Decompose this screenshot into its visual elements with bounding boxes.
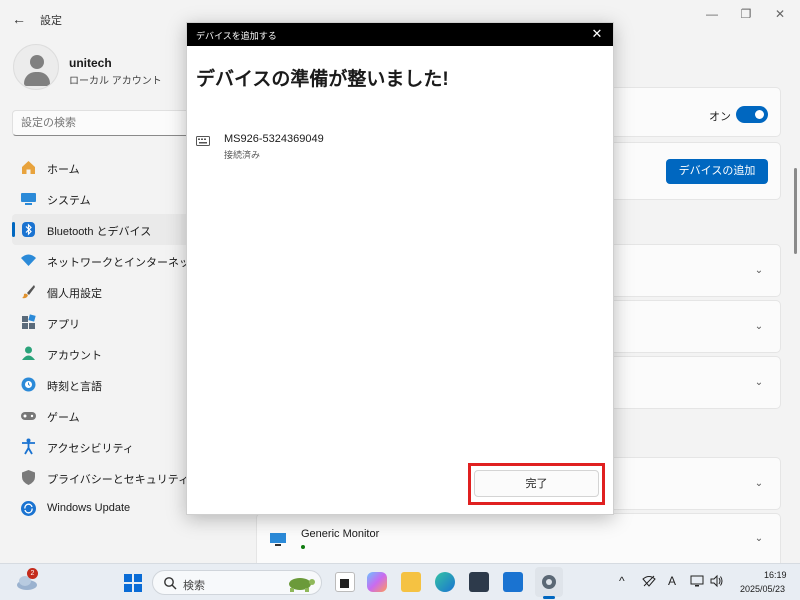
sidebar-item-time-language[interactable]: 時刻と言語 <box>12 369 192 400</box>
chevron-down-icon[interactable]: ⌄ <box>752 320 766 334</box>
chevron-down-icon[interactable]: ⌄ <box>752 477 766 491</box>
avatar[interactable] <box>13 44 59 90</box>
sidebar-item-system[interactable]: システム <box>12 183 192 214</box>
update-icon <box>21 501 36 516</box>
start-tile <box>124 574 132 582</box>
dialog-title: デバイスを追加する <box>196 31 277 41</box>
volume-icon[interactable] <box>710 574 724 588</box>
done-button[interactable]: 完了 <box>474 470 599 497</box>
maximize-button[interactable]: ❐ <box>731 4 761 24</box>
dialog-title-bar: デバイスを追加する ✕ <box>187 23 613 46</box>
edge-icon[interactable] <box>435 572 455 592</box>
dialog-heading: デバイスの準備が整いました! <box>196 69 449 90</box>
gamepad-icon <box>21 412 36 420</box>
bluetooth-toggle-label: オン <box>709 111 731 123</box>
active-app-indicator <box>543 596 555 599</box>
sidebar-item-label: システム <box>47 195 91 207</box>
toggle-knob <box>755 110 764 119</box>
sidebar-item-privacy[interactable]: プライバシーとセキュリティ <box>12 462 192 493</box>
sidebar-item-label: Windows Update <box>47 502 131 514</box>
account-icon <box>22 346 35 360</box>
sidebar-item-accounts[interactable]: アカウント <box>12 338 192 369</box>
start-tile <box>134 584 142 592</box>
chevron-down-icon[interactable]: ⌄ <box>752 376 766 390</box>
avatar-body <box>24 72 50 86</box>
sidebar-item-label: Bluetooth とデバイス <box>47 226 152 238</box>
sidebar-item-home[interactable]: ホーム <box>12 152 192 183</box>
bluetooth-toggle[interactable] <box>736 106 768 123</box>
account-type: ローカル アカウント <box>69 76 162 87</box>
clock-time[interactable]: 16:19 <box>764 570 787 580</box>
sidebar-item-label: プライバシーとセキュリティ <box>47 474 190 486</box>
display-icon[interactable] <box>690 574 704 588</box>
dialog-close-button[interactable]: ✕ <box>587 25 607 43</box>
notification-badge: 2 <box>27 568 38 579</box>
turtle-icon <box>289 578 315 592</box>
home-icon <box>22 161 35 174</box>
search-label: 検索 <box>183 580 205 592</box>
sidebar-item-label: ネットワークとインターネット <box>47 257 201 269</box>
start-button[interactable] <box>124 574 142 592</box>
network-disconnected-icon[interactable] <box>642 574 656 588</box>
search-input[interactable] <box>13 111 183 135</box>
ime-indicator[interactable]: A <box>668 574 676 588</box>
add-device-dialog: デバイスを追加する ✕ デバイスの準備が整いました! MS926-5324369… <box>186 22 614 515</box>
sidebar-item-bluetooth[interactable]: Bluetooth とデバイス <box>12 214 192 245</box>
sidebar-item-label: 個人用設定 <box>47 288 102 300</box>
globe-clock-icon <box>21 377 36 392</box>
keyboard-icon <box>196 136 210 146</box>
shield-icon <box>22 470 35 485</box>
brush-icon <box>22 285 35 299</box>
start-tile <box>124 584 132 592</box>
generic-monitor-name: Generic Monitor <box>301 528 380 540</box>
sidebar-item-label: ゲーム <box>47 412 80 424</box>
clock-date[interactable]: 2025/05/23 <box>740 584 785 594</box>
connected-dot <box>301 545 305 549</box>
taskbar: 2 検索 ^ A 16:19 2025/05/23 <box>0 563 800 600</box>
chevron-down-icon[interactable]: ⌄ <box>752 264 766 278</box>
sidebar-item-label: アカウント <box>47 350 102 362</box>
search-icon <box>164 577 177 590</box>
add-device-button[interactable]: デバイスの追加 <box>666 159 768 184</box>
user-name: unitech <box>69 56 112 70</box>
active-indicator <box>12 222 15 237</box>
tray-chevron-icon[interactable]: ^ <box>619 574 625 588</box>
task-view-square <box>340 579 349 588</box>
close-button[interactable]: ✕ <box>765 4 795 24</box>
store-icon[interactable] <box>469 572 489 592</box>
avatar-head <box>30 55 44 69</box>
accessibility-icon <box>22 438 35 455</box>
apps-icon <box>22 314 36 329</box>
chevron-down-icon[interactable]: ⌄ <box>752 532 766 546</box>
copilot-icon[interactable] <box>367 572 387 592</box>
wifi-icon <box>21 254 36 266</box>
minimize-button[interactable]: — <box>697 4 727 24</box>
scrollbar[interactable] <box>794 168 797 254</box>
sidebar-item-apps[interactable]: アプリ <box>12 307 192 338</box>
device-name: MS926-5324369049 <box>224 133 324 145</box>
file-explorer-icon[interactable] <box>401 572 421 592</box>
bluetooth-icon <box>22 222 35 237</box>
sidebar-item-network[interactable]: ネットワークとインターネット <box>12 245 201 276</box>
start-tile <box>134 574 142 582</box>
sidebar-item-gaming[interactable]: ゲーム <box>12 400 192 431</box>
sidebar-nav: ホーム システム Bluetooth とデバイス ネットワークとインターネット … <box>12 152 201 524</box>
taskbar-search[interactable]: 検索 <box>152 570 322 595</box>
sidebar-item-label: 時刻と言語 <box>47 381 102 393</box>
back-button[interactable]: ← <box>10 10 28 28</box>
task-view-icon[interactable] <box>335 572 355 592</box>
sidebar-item-windows-update[interactable]: Windows Update <box>12 493 192 524</box>
monitor-icon <box>270 533 286 546</box>
app-title: 設定 <box>40 15 62 27</box>
sidebar-item-label: アクセシビリティ <box>47 443 134 455</box>
settings-search[interactable] <box>12 110 192 136</box>
system-icon <box>21 193 36 205</box>
sidebar-item-accessibility[interactable]: アクセシビリティ <box>12 431 192 462</box>
sidebar-item-personalization[interactable]: 個人用設定 <box>12 276 192 307</box>
outlook-icon[interactable] <box>503 572 523 592</box>
sidebar-item-label: ホーム <box>47 164 80 176</box>
gear-icon <box>542 575 556 589</box>
sidebar-item-label: アプリ <box>47 319 80 331</box>
device-status: 接続済み <box>224 150 261 160</box>
